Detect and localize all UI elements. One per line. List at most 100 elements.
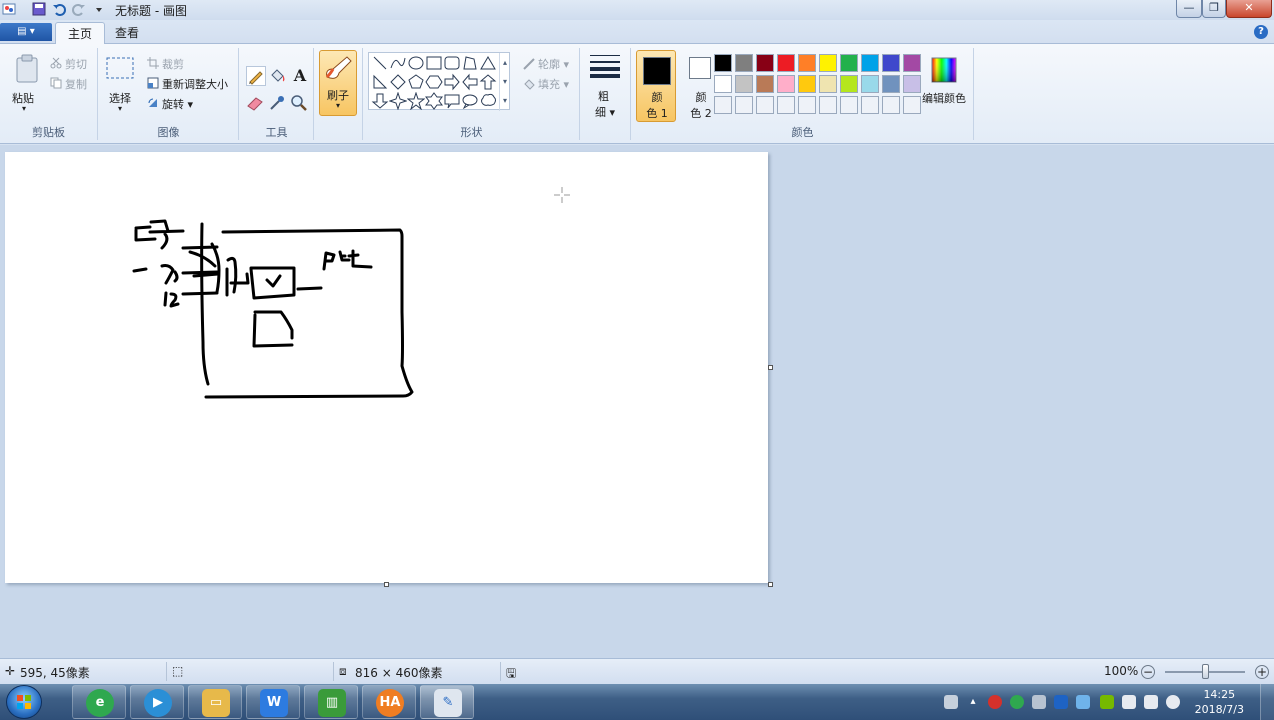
palette-swatch[interactable] — [735, 75, 753, 93]
curve-shape-icon[interactable] — [389, 54, 407, 72]
palette-swatch-empty[interactable] — [882, 96, 900, 114]
color1-button[interactable]: 颜 色 1 — [636, 50, 676, 122]
resize-handle-corner[interactable] — [768, 582, 773, 587]
security-icon[interactable] — [1010, 695, 1024, 709]
triangle-shape-icon[interactable] — [479, 54, 497, 72]
tab-view[interactable]: 查看 — [103, 22, 151, 45]
taskbar-app-browser[interactable]: e — [72, 685, 126, 719]
magnifier-icon[interactable] — [290, 94, 310, 114]
palette-swatch-empty[interactable] — [861, 96, 879, 114]
text-tool-icon[interactable]: A — [290, 66, 310, 86]
line-shape-icon[interactable] — [371, 54, 389, 72]
undo-icon[interactable] — [52, 2, 66, 16]
brushes-button[interactable]: 刷子 ▾ — [319, 50, 357, 116]
palette-swatch[interactable] — [840, 54, 858, 72]
rotate-button[interactable]: 旋转 ▾ — [162, 96, 193, 112]
paint-app-icon[interactable] — [2, 2, 16, 16]
resize-handle-bottom[interactable] — [384, 582, 389, 587]
palette-swatch[interactable] — [756, 54, 774, 72]
palette-swatch-empty[interactable] — [840, 96, 858, 114]
antivirus-icon[interactable] — [988, 695, 1002, 709]
palette-swatch-empty[interactable] — [819, 96, 837, 114]
rounded-rectangle-shape-icon[interactable] — [443, 54, 461, 72]
pentagon-shape-icon[interactable] — [407, 73, 425, 91]
right-triangle-shape-icon[interactable] — [371, 73, 389, 91]
palette-swatch-empty[interactable] — [756, 96, 774, 114]
palette-swatch[interactable] — [798, 54, 816, 72]
restore-button[interactable]: ❐ — [1202, 0, 1226, 18]
close-button[interactable]: ✕ — [1226, 0, 1272, 18]
customize-toolbar-icon[interactable] — [92, 2, 106, 16]
nvidia-icon[interactable] — [1100, 695, 1114, 709]
crop-button[interactable]: 裁剪 — [162, 56, 184, 72]
battery-icon[interactable] — [1122, 695, 1136, 709]
taskbar-app-green[interactable]: ▥ — [304, 685, 358, 719]
resize-handle-right[interactable] — [768, 365, 773, 370]
palette-swatch[interactable] — [714, 75, 732, 93]
save-icon[interactable] — [32, 2, 46, 16]
palette-swatch-empty[interactable] — [798, 96, 816, 114]
palette-swatch-empty[interactable] — [735, 96, 753, 114]
canvas-workspace[interactable] — [0, 145, 1274, 658]
copy-button[interactable]: 复制 — [65, 76, 87, 92]
palette-swatch[interactable] — [756, 75, 774, 93]
palette-swatch[interactable] — [861, 75, 879, 93]
clock[interactable]: 14:25 2018/7/3 — [1195, 687, 1244, 717]
taskbar-app-paint[interactable]: ✎ — [420, 685, 474, 719]
taskbar-app-explorer[interactable]: ▭ — [188, 685, 242, 719]
pen-tray-icon[interactable] — [1032, 695, 1046, 709]
size-button[interactable]: 粗 细 ▾ — [587, 52, 623, 119]
left-arrow-shape-icon[interactable] — [461, 73, 479, 91]
up-arrow-shape-icon[interactable] — [479, 73, 497, 91]
palette-swatch[interactable] — [840, 75, 858, 93]
outline-button[interactable]: 轮廓 ▾ — [538, 56, 569, 72]
taskbar-app-video[interactable]: ▶ — [130, 685, 184, 719]
edit-colors-button[interactable]: 编辑颜色 — [916, 54, 972, 114]
palette-swatch[interactable] — [882, 54, 900, 72]
taskbar-app-wps[interactable]: W — [246, 685, 300, 719]
palette-swatch-empty[interactable] — [777, 96, 795, 114]
oval-callout-shape-icon[interactable] — [461, 92, 479, 110]
shapes-scroll-icon[interactable]: ▴ ▾ ▾ — [499, 53, 510, 111]
four-point-star-shape-icon[interactable] — [388, 91, 408, 111]
rect-callout-shape-icon[interactable] — [443, 92, 461, 110]
zoom-out-button[interactable]: − — [1141, 665, 1155, 679]
cut-button[interactable]: 剪切 — [65, 56, 87, 72]
tray-expand-icon[interactable]: ▴ — [966, 695, 980, 709]
hexagon-shape-icon[interactable] — [425, 73, 443, 91]
show-desktop-button[interactable] — [1260, 684, 1274, 720]
palette-swatch[interactable] — [798, 75, 816, 93]
network-adapter-icon[interactable] — [1076, 695, 1090, 709]
drawing-canvas[interactable] — [5, 152, 768, 583]
tab-home[interactable]: 主页 — [55, 22, 106, 45]
palette-swatch[interactable] — [882, 75, 900, 93]
palette-swatch[interactable] — [777, 54, 795, 72]
six-point-star-shape-icon[interactable] — [425, 92, 443, 110]
zoom-slider-thumb[interactable] — [1202, 664, 1209, 679]
right-arrow-shape-icon[interactable] — [443, 73, 461, 91]
cloud-callout-shape-icon[interactable] — [479, 92, 497, 110]
palette-swatch[interactable] — [777, 75, 795, 93]
volume-icon[interactable] — [1166, 695, 1180, 709]
help-icon[interactable]: ? — [1254, 25, 1268, 39]
oval-shape-icon[interactable] — [407, 54, 425, 72]
fill-button[interactable]: 填充 ▾ — [538, 76, 569, 92]
palette-swatch[interactable] — [861, 54, 879, 72]
minimize-button[interactable]: — — [1176, 0, 1202, 18]
polygon-shape-icon[interactable] — [461, 54, 479, 72]
rectangle-shape-icon[interactable] — [425, 54, 443, 72]
fill-bucket-icon[interactable] — [268, 66, 288, 86]
down-arrow-shape-icon[interactable] — [371, 92, 389, 110]
palette-swatch[interactable] — [819, 75, 837, 93]
resize-button[interactable]: 重新调整大小 — [162, 76, 228, 92]
taskbar-app-ha[interactable]: HA — [362, 685, 416, 719]
five-point-star-shape-icon[interactable] — [406, 91, 426, 111]
diamond-shape-icon[interactable] — [389, 73, 407, 91]
start-button[interactable] — [6, 685, 42, 719]
zoom-in-button[interactable]: + — [1255, 665, 1269, 679]
redo-icon[interactable] — [72, 2, 86, 16]
bluetooth-icon[interactable] — [1054, 695, 1068, 709]
palette-swatch[interactable] — [819, 54, 837, 72]
color-picker-icon[interactable] — [268, 94, 288, 114]
select-button[interactable]: 选择 ▾ — [105, 54, 137, 116]
